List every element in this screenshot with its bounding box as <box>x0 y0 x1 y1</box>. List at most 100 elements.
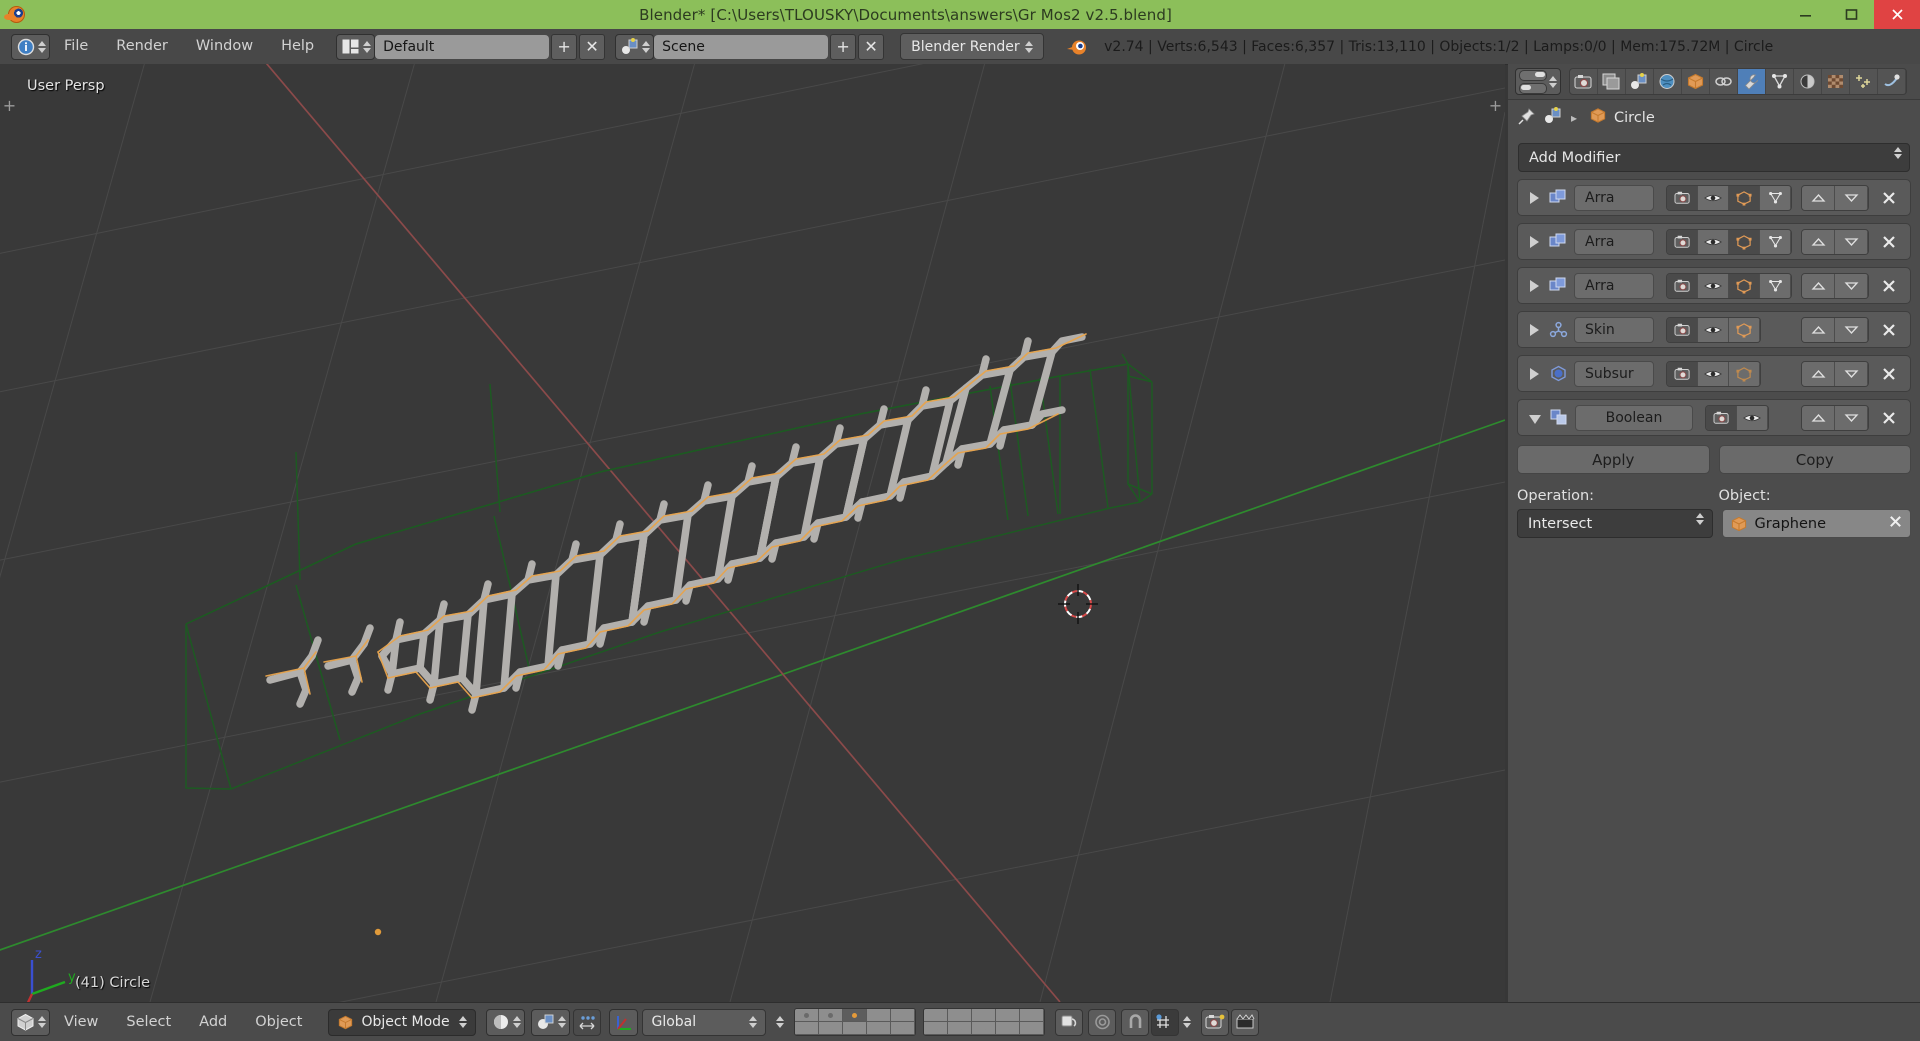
snap-element-icon[interactable] <box>1151 1008 1180 1036</box>
move-up-button[interactable] <box>1802 185 1835 210</box>
operation-spinner[interactable] <box>1695 513 1704 525</box>
layer-button[interactable] <box>819 1009 844 1022</box>
boolean-object-field[interactable]: Graphene <box>1721 509 1911 538</box>
toggle-on-cage-icon[interactable] <box>1760 273 1791 298</box>
tab-constraints[interactable] <box>1710 69 1738 94</box>
collapse-triangle-icon[interactable] <box>1529 414 1541 424</box>
toggle-editmode-icon[interactable] <box>1729 273 1760 298</box>
layer-button[interactable] <box>891 1009 916 1022</box>
delete-modifier-button[interactable] <box>1874 318 1904 342</box>
move-up-button[interactable] <box>1802 405 1835 430</box>
toggle-render-icon[interactable] <box>1667 229 1698 254</box>
clear-object-button[interactable] <box>1888 514 1903 533</box>
3d-viewport[interactable]: z y x User Persp (41) Circle + + <box>0 64 1505 1002</box>
move-down-button[interactable] <box>1835 405 1868 430</box>
layer-button[interactable] <box>795 1022 820 1035</box>
add-screen-button[interactable]: + <box>551 33 578 60</box>
modifier-row-skin[interactable]: Skin <box>1517 311 1911 348</box>
menu-help[interactable]: Help <box>267 29 328 64</box>
editor-type-selector-3dview[interactable] <box>11 1008 50 1036</box>
render-engine-selector[interactable]: Blender Render <box>900 33 1045 60</box>
editor-type-spinner[interactable] <box>38 40 46 53</box>
layer-button[interactable] <box>795 1009 820 1022</box>
layer-button[interactable] <box>1020 1009 1045 1022</box>
toggle-on-cage-icon[interactable] <box>1760 229 1791 254</box>
add-modifier-dropdown[interactable]: Add Modifier <box>1518 143 1910 172</box>
expand-triangle-icon[interactable] <box>1530 279 1539 292</box>
tab-render-layers[interactable] <box>1598 69 1626 94</box>
properties-region-toggle[interactable]: + <box>1488 96 1503 115</box>
expand-triangle-icon[interactable] <box>1530 367 1539 380</box>
move-up-button[interactable] <box>1802 273 1835 298</box>
modifier-row-subsurf[interactable]: Subsur <box>1517 355 1911 392</box>
tab-render[interactable] <box>1570 69 1598 94</box>
3dview-editor-spinner[interactable] <box>38 1016 46 1028</box>
close-button[interactable] <box>1874 0 1920 29</box>
tab-world[interactable] <box>1654 69 1682 94</box>
modifier-name-field[interactable]: Subsur <box>1574 360 1654 387</box>
editor-type-selector-info[interactable] <box>11 33 50 60</box>
expand-triangle-icon[interactable] <box>1530 323 1539 336</box>
tab-physics[interactable] <box>1878 69 1906 94</box>
move-down-button[interactable] <box>1835 361 1868 386</box>
pivot-point-selector[interactable] <box>531 1008 571 1036</box>
move-down-button[interactable] <box>1835 317 1868 342</box>
proportional-falloff-icon[interactable] <box>1088 1008 1117 1036</box>
move-up-button[interactable] <box>1802 229 1835 254</box>
delete-modifier-button[interactable] <box>1874 362 1904 386</box>
layer-button[interactable] <box>972 1022 997 1035</box>
toggle-editmode-icon[interactable] <box>1729 185 1760 210</box>
render-engine-spinner[interactable] <box>1025 40 1034 53</box>
layer-button[interactable] <box>924 1009 949 1022</box>
interaction-mode-spinner[interactable] <box>459 1016 468 1028</box>
move-up-button[interactable] <box>1802 361 1835 386</box>
modifier-row-boolean[interactable]: Boolean <box>1517 399 1911 436</box>
modifier-row-array-2[interactable]: Arra <box>1517 223 1911 260</box>
move-down-button[interactable] <box>1835 229 1868 254</box>
menu-render[interactable]: Render <box>102 29 182 64</box>
scene-field[interactable]: Scene <box>654 34 829 59</box>
toggle-render-icon[interactable] <box>1667 185 1698 210</box>
tab-material[interactable] <box>1794 69 1822 94</box>
tab-particles[interactable] <box>1850 69 1878 94</box>
snap-magnet-icon[interactable] <box>1121 1008 1150 1036</box>
toggle-realtime-icon[interactable] <box>1698 273 1729 298</box>
toolshelf-toggle[interactable]: + <box>2 96 17 115</box>
modifier-name-field[interactable]: Skin <box>1574 316 1654 343</box>
layer-button[interactable] <box>819 1022 844 1035</box>
modifier-name-field[interactable]: Boolean <box>1575 404 1693 431</box>
toggle-on-cage-icon[interactable] <box>1760 185 1791 210</box>
editor-type-selector-properties[interactable] <box>1515 68 1561 95</box>
toggle-realtime-icon[interactable] <box>1698 185 1729 210</box>
modifier-row-array-3[interactable]: Arra <box>1517 267 1911 304</box>
delete-scene-button[interactable]: ✕ <box>858 33 885 60</box>
menu-file[interactable]: File <box>50 29 102 64</box>
menu-window[interactable]: Window <box>182 29 267 64</box>
toggle-realtime-icon[interactable] <box>1698 361 1729 386</box>
move-down-button[interactable] <box>1835 185 1868 210</box>
move-up-button[interactable] <box>1802 317 1835 342</box>
toggle-realtime-icon[interactable] <box>1698 317 1729 342</box>
add-scene-button[interactable]: + <box>830 33 857 60</box>
render-camera-icon[interactable] <box>1201 1008 1230 1036</box>
screen-layout-selector[interactable] <box>336 33 376 60</box>
toggle-render-icon[interactable] <box>1706 405 1737 430</box>
move-down-button[interactable] <box>1835 273 1868 298</box>
viewport-menu-select[interactable]: Select <box>112 1003 185 1041</box>
layer-button[interactable] <box>867 1022 892 1035</box>
viewport-shading-spinner[interactable] <box>513 1016 522 1028</box>
copy-button[interactable]: Copy <box>1718 445 1911 474</box>
toggle-render-icon[interactable] <box>1667 317 1698 342</box>
transform-orientation-dropdown[interactable]: Global <box>642 1008 767 1036</box>
layer-button[interactable] <box>891 1022 916 1035</box>
toggle-render-icon[interactable] <box>1667 273 1698 298</box>
properties-editor-spinner[interactable] <box>1549 75 1557 88</box>
viewport-menu-view[interactable]: View <box>50 1003 112 1041</box>
modifier-name-field[interactable]: Arra <box>1574 272 1654 299</box>
delete-modifier-button[interactable] <box>1874 406 1904 430</box>
expand-triangle-icon[interactable] <box>1530 235 1539 248</box>
layer-button-active[interactable] <box>843 1009 868 1022</box>
expand-triangle-icon[interactable] <box>1530 191 1539 204</box>
delete-modifier-button[interactable] <box>1874 230 1904 254</box>
add-modifier-spinner[interactable] <box>1894 147 1902 159</box>
